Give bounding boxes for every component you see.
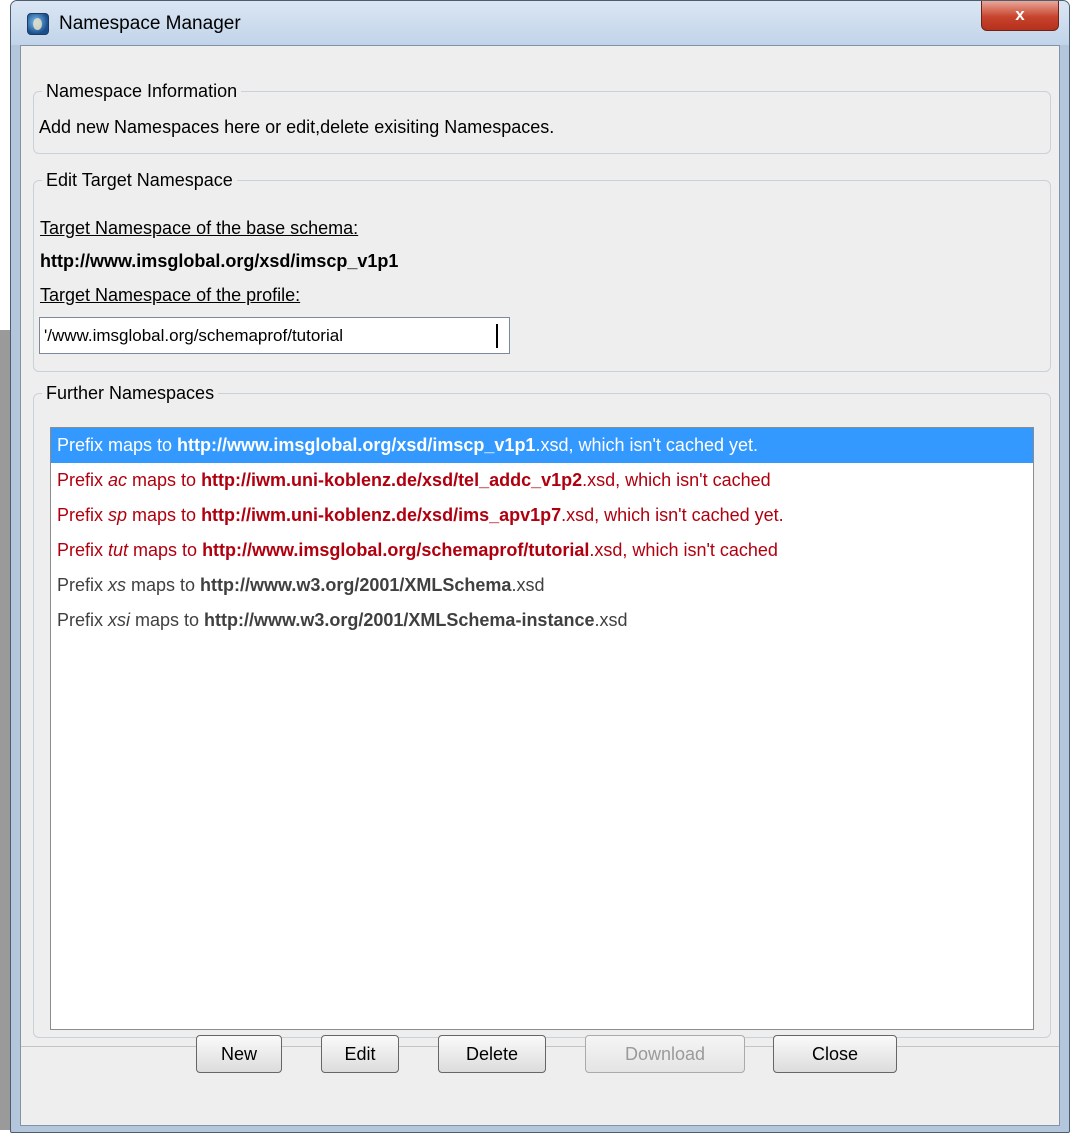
download-button[interactable]: Download <box>585 1035 745 1073</box>
list-item[interactable]: Prefix xsi maps to http://www.w3.org/200… <box>51 603 1033 638</box>
list-item[interactable]: Prefix sp maps to http://iwm.uni-koblenz… <box>51 498 1033 533</box>
close-button[interactable]: Close <box>773 1035 897 1073</box>
info-text: Add new Namespaces here or edit,delete e… <box>39 117 555 137</box>
window-title: Namespace Manager <box>59 13 241 34</box>
close-window-button[interactable]: x <box>981 1 1059 31</box>
profile-namespace-label: Target Namespace of the profile: <box>40 285 301 305</box>
profile-namespace-input[interactable] <box>39 317 510 354</box>
panel-legend: Edit Target Namespace <box>42 168 237 192</box>
globe-icon <box>27 13 49 35</box>
list-item[interactable]: Prefix maps to http://www.imsglobal.org/… <box>51 428 1033 463</box>
new-button[interactable]: New <box>196 1035 282 1073</box>
text-caret <box>496 324 498 348</box>
list-item[interactable]: Prefix tut maps to http://www.imsglobal.… <box>51 533 1033 568</box>
list-item[interactable]: Prefix xs maps to http://www.w3.org/2001… <box>51 568 1033 603</box>
namespace-information-panel: Namespace Information Add new Namespaces… <box>33 79 1051 154</box>
delete-button[interactable]: Delete <box>438 1035 546 1073</box>
base-schema-value: http://www.imsglobal.org/xsd/imscp_v1p1 <box>40 251 399 271</box>
panel-legend: Further Namespaces <box>42 381 219 405</box>
title-bar[interactable]: Namespace Manager x <box>11 1 1069 45</box>
dialog-content: Namespace Information Add new Namespaces… <box>20 45 1060 1126</box>
panel-legend: Namespace Information <box>42 79 242 103</box>
base-schema-label: Target Namespace of the base schema: <box>40 218 359 238</box>
namespace-list[interactable]: Prefix maps to http://www.imsglobal.org/… <box>50 427 1034 1030</box>
namespace-manager-window: Namespace Manager x Namespace Informatio… <box>10 0 1070 1133</box>
edit-button[interactable]: Edit <box>321 1035 399 1073</box>
background-window-edge <box>0 330 10 1130</box>
list-item[interactable]: Prefix ac maps to http://iwm.uni-koblenz… <box>51 463 1033 498</box>
